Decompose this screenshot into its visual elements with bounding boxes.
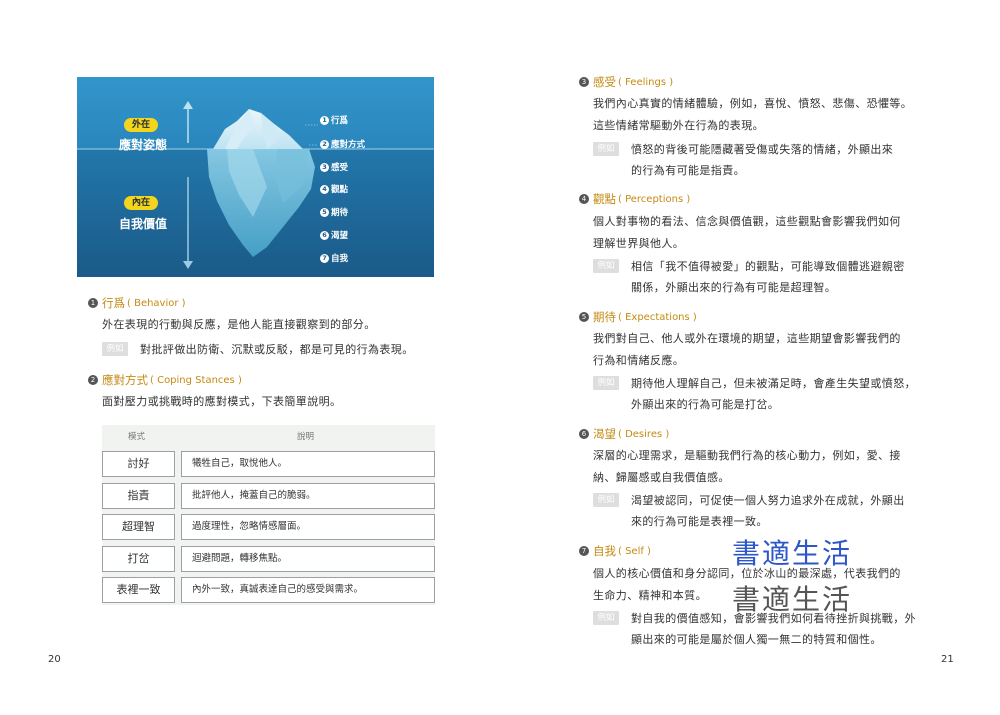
section-heading: 6 渴望 ( Desires ): [579, 427, 669, 441]
table-row: 討好 犧牲自己，取悅他人。: [102, 451, 435, 477]
table-header-mode: 模式: [128, 432, 146, 442]
example-tag: 例如: [593, 259, 619, 273]
watermark-gray: 書適生活: [732, 583, 853, 616]
section-body: 個人對事物的看法、信念與價值觀，這些觀點會影響我們如何 理解世界與他人。: [593, 215, 901, 250]
iceberg-item: 3 感受: [320, 161, 348, 173]
table-header-desc: 說明: [297, 432, 315, 442]
section-heading: 5 期待 ( Expectations ): [579, 310, 697, 324]
iceberg-illustration: [77, 77, 434, 277]
iceberg-item: 1 行爲: [320, 114, 348, 126]
example-tag: 例如: [593, 611, 619, 625]
iceberg-item: 2 應對方式: [320, 138, 365, 150]
table-row: 指責 批評他人，掩蓋自己的脆弱。: [102, 483, 435, 509]
iceberg-item: 4 觀點: [320, 183, 348, 195]
example-text: 對批評做出防衛、沉默或反駁，都是可見的行為表現。: [140, 343, 414, 356]
example-text: 期待他人理解自己，但未被滿足時，會產生失望或憤怒， 外顯出來的行為可能是打岔。: [631, 377, 916, 411]
section-body: 外在表現的行動與反應，是他人能直接觀察到的部分。: [102, 318, 376, 331]
table-cell-desc: 批評他人，掩蓋自己的脆弱。: [181, 483, 435, 509]
example-block: 例如 渴望被認同，可促使一個人努力追求外在成就，外顯出 來的行為可能是表裡一致。: [593, 490, 905, 532]
section-heading: 3 感受 ( Feelings ): [579, 75, 673, 89]
table-cell-desc: 犧牲自己，取悅他人。: [181, 451, 435, 477]
inner-label: 自我價值: [119, 217, 168, 231]
table-cell-mode: 超理智: [102, 514, 175, 540]
example-tag: 例如: [593, 493, 619, 507]
section-body: 深層的心理需求，是驅動我們行為的核心動力，例如，愛、接 納、歸屬感或自我價值感。: [593, 449, 901, 484]
watermark-blue: 書適生活: [732, 537, 853, 570]
example-text: 渴望被認同，可促使一個人努力追求外在成就，外顯出 來的行為可能是表裡一致。: [631, 494, 905, 528]
table-cell-desc: 過度理性，忽略情感層面。: [181, 514, 435, 540]
iceberg-item: 6 渴望: [320, 229, 348, 241]
table-row: 打岔 迴避問題，轉移焦點。: [102, 546, 435, 572]
iceberg-figure: 外在 應對姿態 內在 自我價值 1 行爲 2 應對方式 3 感受 4 觀點 5 期待 6渴…: [77, 77, 434, 277]
section-body: 面對壓力或挑戰時的應對模式，下表簡單說明。: [102, 395, 342, 408]
example-tag: 例如: [593, 142, 619, 156]
section-heading: 7 自我 ( Self ): [579, 544, 651, 558]
section-body: 我們對自己、他人或外在環境的期望，這些期望會影響我們的 行為和情緒反應。: [593, 332, 901, 367]
section-heading: 2 應對方式 ( Coping Stances ): [88, 373, 242, 387]
iceberg-item: 5 期待: [320, 206, 348, 218]
example-block: 例如 相信「我不值得被愛」的觀點，可能導致個體逃避親密 關係，外顯出來的行為有可…: [593, 256, 905, 298]
example-tag: 例如: [593, 376, 619, 390]
page-number: 20: [48, 654, 61, 665]
table-row: 超理智 過度理性，忽略情感層面。: [102, 514, 435, 540]
table-header: 模式 說明: [102, 425, 435, 445]
example-block: 例如 憤怒的背後可能隱藏著受傷或失落的情緒，外顯出來 的行為有可能是指責。: [593, 139, 893, 181]
coping-table: 模式 說明 討好 犧牲自己，取悅他人。 指責 批評他人，掩蓋自己的脆弱。 超理智…: [102, 425, 435, 605]
iceberg-item: 7 自我: [320, 252, 348, 264]
example-text: 相信「我不值得被愛」的觀點，可能導致個體逃避親密 關係，外顯出來的行為有可能是超…: [631, 260, 905, 294]
table-cell-mode: 表裡一致: [102, 577, 175, 603]
table-row: 表裡一致 內外一致，真誠表達自己的感受與需求。: [102, 577, 435, 603]
table-cell-desc: 迴避問題，轉移焦點。: [181, 546, 435, 572]
right-page: 3 感受 ( Feelings ) 我們內心真實的情緒體驗，例如，喜悅、憤怒、悲…: [500, 0, 1000, 715]
section-body: 我們內心真實的情緒體驗，例如，喜悅、憤怒、悲傷、恐懼等。 這些情緒常驅動外在行為…: [593, 97, 913, 132]
left-page: 外在 應對姿態 內在 自我價值 1 行爲 2 應對方式 3 感受 4 觀點 5 期待 6渴…: [0, 0, 500, 715]
example-block: 例如 對批評做出防衛、沉默或反駁，都是可見的行為表現。: [102, 339, 414, 360]
inner-tag: 內在: [124, 196, 159, 210]
page-number: 21: [941, 654, 954, 665]
section-heading: 1 行爲 ( Behavior ): [88, 296, 186, 310]
section-heading: 4 觀點 ( Perceptions ): [579, 192, 690, 206]
outer-tag: 外在: [124, 118, 159, 132]
outer-label: 應對姿態: [119, 138, 168, 152]
table-cell-desc: 內外一致，真誠表達自己的感受與需求。: [181, 577, 435, 603]
table-cell-mode: 打岔: [102, 546, 175, 572]
example-text: 憤怒的背後可能隱藏著受傷或失落的情緒，外顯出來 的行為有可能是指責。: [631, 143, 894, 177]
table-cell-mode: 討好: [102, 451, 175, 477]
table-cell-mode: 指責: [102, 483, 175, 509]
example-block: 例如 期待他人理解自己，但未被滿足時，會產生失望或憤怒， 外顯出來的行為可能是打…: [593, 373, 916, 415]
example-tag: 例如: [102, 342, 128, 356]
